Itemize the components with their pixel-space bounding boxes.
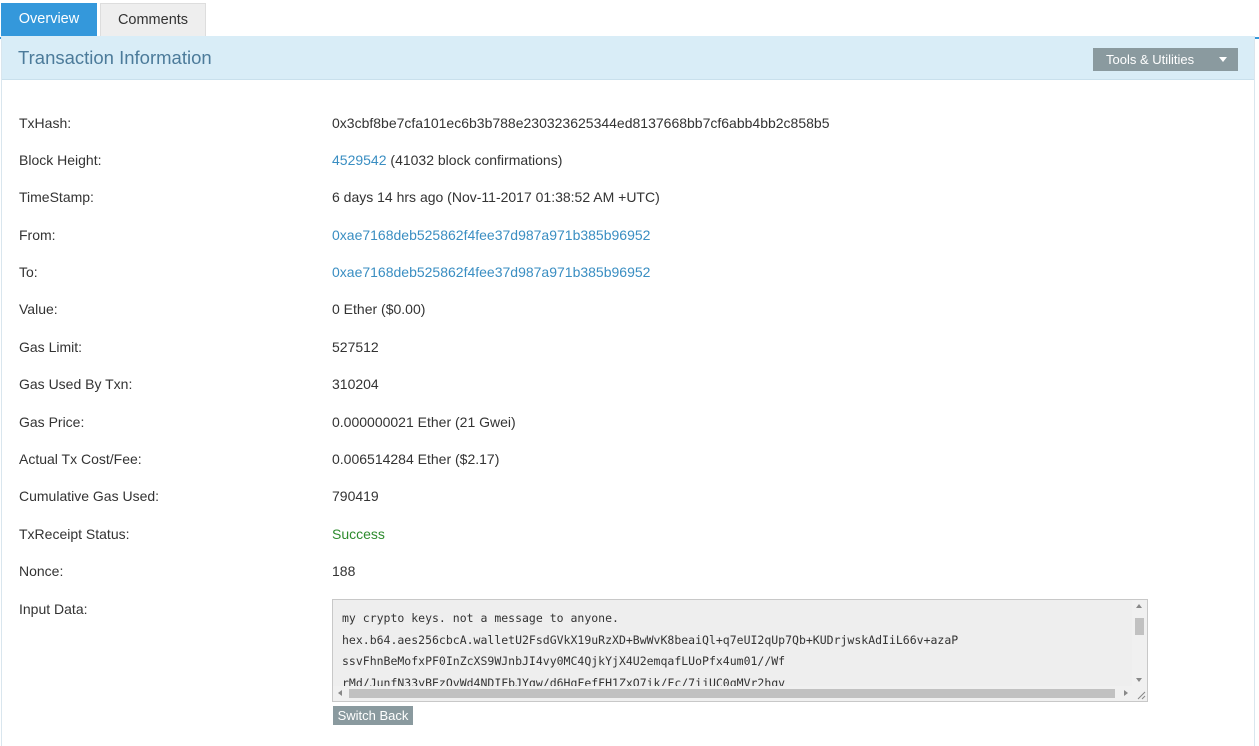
input-data-textarea[interactable]: my crypto keys. not a message to anyone.… <box>332 599 1148 702</box>
tools-utilities-button[interactable]: Tools & Utilities <box>1093 48 1238 71</box>
horizontal-scrollbar[interactable] <box>333 686 1133 701</box>
block-height-value: 4529542 (41032 block confirmations) <box>332 150 562 170</box>
row-to: To: 0xae7168deb525862f4fee37d987a971b385… <box>2 262 1254 282</box>
receipt-status-value: Success <box>332 526 385 542</box>
timestamp-value: 6 days 14 hrs ago (Nov-11-2017 01:38:52 … <box>332 189 660 205</box>
input-data-label: Input Data: <box>19 601 88 617</box>
txhash-label: TxHash: <box>19 115 72 131</box>
block-height-label: Block Height: <box>19 152 102 168</box>
transaction-panel: Transaction Information Tools & Utilitie… <box>1 36 1255 746</box>
receipt-status-label: TxReceipt Status: <box>19 526 130 542</box>
row-gas-used: Gas Used By Txn: 310204 <box>2 374 1254 394</box>
cumulative-gas-label: Cumulative Gas Used: <box>19 488 160 504</box>
row-from: From: 0xae7168deb525862f4fee37d987a971b3… <box>2 225 1254 245</box>
panel-title: Transaction Information <box>18 47 212 68</box>
actual-cost-value: 0.006514284 Ether ($2.17) <box>332 451 500 467</box>
vertical-scrollbar[interactable] <box>1132 600 1147 686</box>
resize-grip-icon[interactable] <box>1132 686 1147 701</box>
row-cumulative-gas: Cumulative Gas Used: 790419 <box>2 486 1254 506</box>
caret-down-icon <box>1219 57 1227 62</box>
txhash-value: 0x3cbf8be7cfa101ec6b3b788e230323625344ed… <box>332 115 830 131</box>
switch-back-button[interactable]: Switch Back <box>333 706 413 725</box>
gas-limit-label: Gas Limit: <box>19 339 83 355</box>
row-value: Value: 0 Ether ($0.00) <box>2 299 1254 319</box>
row-block-height: Block Height: 4529542 (41032 block confi… <box>2 150 1254 170</box>
gas-used-label: Gas Used By Txn: <box>19 376 133 392</box>
tab-comments[interactable]: Comments <box>100 3 206 36</box>
gas-price-value: 0.000000021 Ether (21 Gwei) <box>332 414 516 430</box>
nonce-value: 188 <box>332 563 356 579</box>
vertical-scroll-thumb[interactable] <box>1135 618 1144 635</box>
from-label: From: <box>19 227 56 243</box>
row-timestamp: TimeStamp: 6 days 14 hrs ago (Nov-11-201… <box>2 187 1254 207</box>
block-confirmations: (41032 block confirmations) <box>390 152 563 168</box>
block-link[interactable]: 4529542 <box>332 152 387 168</box>
scroll-up-icon[interactable] <box>1136 604 1142 608</box>
row-actual-cost: Actual Tx Cost/Fee: 0.006514284 Ether ($… <box>2 449 1254 469</box>
timestamp-label: TimeStamp: <box>19 189 94 205</box>
value-label: Value: <box>19 301 58 317</box>
scroll-down-icon[interactable] <box>1136 678 1142 682</box>
gas-price-label: Gas Price: <box>19 414 85 430</box>
value-amount: 0 Ether ($0.00) <box>332 301 426 317</box>
actual-cost-label: Actual Tx Cost/Fee: <box>19 451 142 467</box>
cumulative-gas-value: 790419 <box>332 488 379 504</box>
row-txhash: TxHash: 0x3cbf8be7cfa101ec6b3b788e230323… <box>2 113 1254 133</box>
tab-bar: Overview Comments <box>0 3 1259 39</box>
tab-overview[interactable]: Overview <box>1 3 97 36</box>
row-receipt-status: TxReceipt Status: Success <box>2 524 1254 544</box>
panel-heading: Transaction Information Tools & Utilitie… <box>2 36 1254 80</box>
row-gas-price: Gas Price: 0.000000021 Ether (21 Gwei) <box>2 412 1254 432</box>
horizontal-scroll-thumb[interactable] <box>349 689 1115 698</box>
row-nonce: Nonce: 188 <box>2 561 1254 581</box>
input-data-text[interactable]: my crypto keys. not a message to anyone.… <box>342 608 1132 688</box>
gas-used-value: 310204 <box>332 376 379 392</box>
nonce-label: Nonce: <box>19 563 64 579</box>
gas-limit-value: 527512 <box>332 339 379 355</box>
scroll-left-icon[interactable] <box>338 690 342 696</box>
from-address-link[interactable]: 0xae7168deb525862f4fee37d987a971b385b969… <box>332 225 650 245</box>
to-address-link[interactable]: 0xae7168deb525862f4fee37d987a971b385b969… <box>332 262 650 282</box>
tools-utilities-label: Tools & Utilities <box>1106 52 1195 67</box>
to-label: To: <box>19 264 38 280</box>
scroll-right-icon[interactable] <box>1124 690 1128 696</box>
row-gas-limit: Gas Limit: 527512 <box>2 337 1254 357</box>
